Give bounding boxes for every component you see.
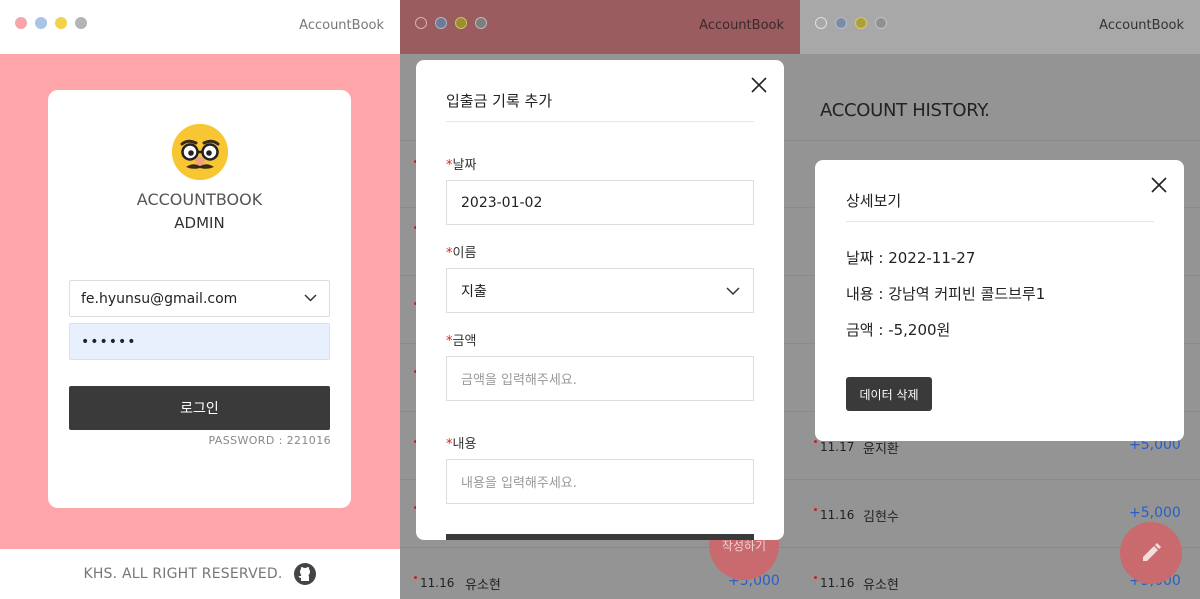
row-date: 11.16	[420, 576, 455, 590]
delete-button[interactable]: 데이터 삭제	[846, 377, 932, 411]
role-title: ADMIN	[174, 214, 225, 232]
login-screen: AccountBook ACCOUNTBOOK ADMIN fe.hyunsu@…	[0, 0, 400, 599]
close-icon[interactable]	[1150, 176, 1168, 194]
type-value: 지출	[461, 283, 487, 300]
row-date: 11.16	[820, 576, 855, 590]
name-label: *이름	[446, 242, 476, 261]
row-marker	[814, 440, 817, 443]
row-marker	[414, 576, 417, 579]
row-name: 유소현	[465, 578, 501, 593]
detail-modal: 상세보기 날짜 : 2022-11-27 내용 : 강남역 커피빈 콜드브루1 …	[815, 160, 1184, 441]
close-window-dot[interactable]	[815, 17, 827, 29]
minimize-window-dot[interactable]	[35, 17, 47, 29]
close-icon[interactable]	[750, 76, 768, 94]
row-divider	[800, 140, 1200, 141]
maximize-window-dot[interactable]	[855, 17, 867, 29]
app-title: AccountBook	[299, 18, 384, 33]
date-input[interactable]: 2023-01-02	[446, 180, 754, 225]
extra-window-dot[interactable]	[75, 17, 87, 29]
name-label-text: 이름	[452, 246, 477, 261]
window-titlebar: AccountBook	[0, 0, 400, 54]
chevron-down-icon	[726, 287, 740, 296]
chevron-down-icon	[304, 294, 317, 302]
row-date: 11.16	[820, 508, 855, 522]
disguise-face-icon	[172, 124, 228, 180]
window-controls	[815, 17, 887, 29]
date-label-text: 날짜	[452, 158, 477, 173]
page-title: ACCOUNT HISTORY.	[820, 100, 990, 121]
window-titlebar: AccountBook	[400, 0, 800, 54]
login-footer: KHS. ALL RIGHT RESERVED.	[0, 549, 400, 599]
pencil-icon	[1143, 543, 1161, 561]
detail-amount: 금액 : -5,200원	[846, 321, 951, 339]
modal-divider	[446, 121, 754, 122]
type-select[interactable]: 지출	[446, 268, 754, 313]
extra-window-dot[interactable]	[875, 17, 887, 29]
window-titlebar: AccountBook	[800, 0, 1200, 54]
app-title: AccountBook	[1099, 18, 1184, 33]
github-icon[interactable]	[293, 562, 317, 586]
login-card: ACCOUNTBOOK ADMIN fe.hyunsu@gmail.com ••…	[48, 90, 351, 508]
modal-title: 상세보기	[846, 192, 902, 210]
detail-memo: 내용 : 강남역 커피빈 콜드브루1	[846, 285, 1046, 303]
password-field[interactable]: ••••••	[69, 323, 330, 360]
footer-copyright: KHS. ALL RIGHT RESERVED.	[83, 566, 283, 582]
memo-label-text: 내용	[452, 437, 477, 452]
email-value: fe.hyunsu@gmail.com	[81, 290, 238, 307]
amount-label-text: 금액	[452, 334, 477, 349]
add-record-screen: AccountBook 11.16 유소현 +5,000 작성하기 입출금 기록…	[400, 0, 800, 599]
amount-label: *금액	[446, 330, 476, 349]
row-name: 유소현	[863, 578, 899, 593]
window-controls	[15, 17, 87, 29]
maximize-window-dot[interactable]	[455, 17, 467, 29]
row-marker	[814, 508, 817, 511]
row-name: 김현수	[863, 510, 899, 525]
edit-button[interactable]	[1120, 522, 1182, 584]
detail-date: 날짜 : 2022-11-27	[846, 249, 976, 267]
modal-divider	[846, 221, 1154, 222]
row-date: 11.17	[820, 440, 855, 454]
submit-button[interactable]	[446, 534, 754, 540]
password-hint: PASSWORD : 221016	[208, 434, 331, 447]
memo-label: *내용	[446, 433, 476, 452]
brand-title: ACCOUNTBOOK	[136, 190, 263, 209]
login-button[interactable]: 로그인	[69, 386, 330, 430]
row-marker	[814, 576, 817, 579]
app-title: AccountBook	[699, 18, 784, 33]
minimize-window-dot[interactable]	[835, 17, 847, 29]
email-select[interactable]: fe.hyunsu@gmail.com	[69, 280, 330, 317]
minimize-window-dot[interactable]	[435, 17, 447, 29]
row-divider	[800, 479, 1200, 480]
modal-title: 입출금 기록 추가	[446, 92, 553, 110]
extra-window-dot[interactable]	[475, 17, 487, 29]
memo-input[interactable]: 내용을 입력해주세요.	[446, 459, 754, 504]
date-label: *날짜	[446, 154, 476, 173]
detail-screen: AccountBook ACCOUNT HISTORY. 11.17 윤지환 +…	[800, 0, 1200, 599]
password-value: ••••••	[81, 333, 137, 350]
maximize-window-dot[interactable]	[55, 17, 67, 29]
close-window-dot[interactable]	[415, 17, 427, 29]
amount-input[interactable]: 금액을 입력해주세요.	[446, 356, 754, 401]
row-amount: +5,000	[1129, 505, 1181, 521]
add-record-modal: 입출금 기록 추가 *날짜 2023-01-02 *이름 지출 *금액 금액을 …	[416, 60, 784, 540]
close-window-dot[interactable]	[15, 17, 27, 29]
window-controls	[415, 17, 487, 29]
